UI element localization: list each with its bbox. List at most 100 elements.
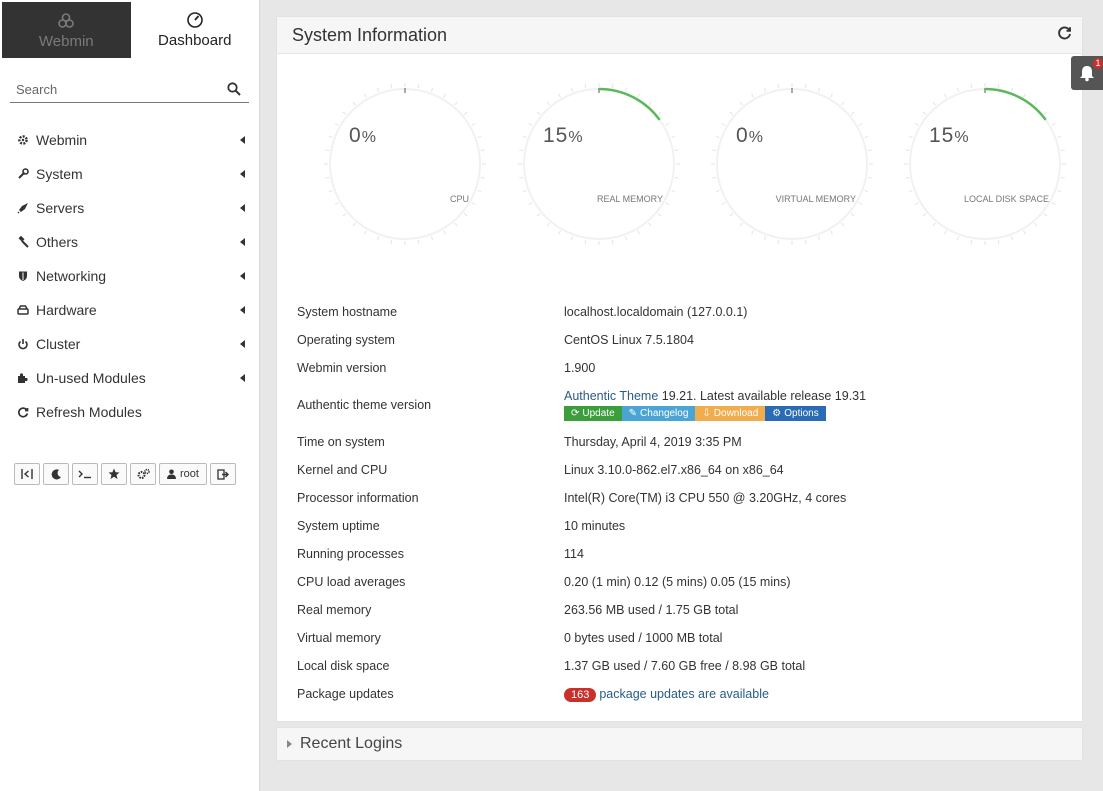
search-input[interactable] [10, 81, 216, 97]
gauge-tick [519, 176, 524, 179]
package-count-badge[interactable]: 163 [564, 687, 597, 702]
table-row: Operating system CentOS Linux 7.5.1804 [297, 326, 866, 354]
row-label: CPU load averages [297, 575, 406, 589]
gauge-tick [443, 93, 446, 98]
gauge-tick [932, 222, 936, 227]
gauge-tick [922, 111, 927, 115]
user-button[interactable]: root [159, 463, 207, 485]
tab-dashboard[interactable]: Dashboard [130, 0, 259, 58]
sidebar-item-others[interactable]: Others [0, 225, 259, 259]
theme-settings-button[interactable] [130, 463, 156, 485]
gauge-tick [712, 176, 717, 179]
gauge-tick [914, 202, 919, 205]
theme-version-text: 19.21. Latest available release 19.31 [658, 389, 867, 403]
sidebar-item-hardware[interactable]: Hardware [0, 293, 259, 327]
theme-buttons: ⟳ Update ✎ Changelog ⇩ Download ⚙ Options [564, 406, 866, 421]
gauge-tick [536, 111, 541, 115]
gauge-tick [390, 84, 393, 89]
gauge-percent: 15% [543, 124, 584, 147]
gauge-tick [804, 239, 807, 244]
gauge-local-disk-space: 15% LOCAL DISK SPACE [895, 74, 1075, 254]
cogs-icon [137, 468, 150, 479]
caret-left-icon [240, 238, 245, 246]
star-icon [108, 468, 120, 479]
gauge-tick [471, 123, 476, 126]
sidebar-item-webmin[interactable]: Webmin [0, 123, 259, 157]
sidebar-item-label: Hardware [36, 302, 97, 318]
logout-button[interactable] [209, 463, 236, 485]
options-button[interactable]: ⚙ Options [765, 406, 826, 421]
gauge-tick [657, 213, 662, 217]
table-row: Package updates 163 package updates are a… [297, 680, 866, 708]
search-icon[interactable] [227, 82, 241, 96]
gauge-tick [624, 87, 628, 92]
gauge-virtual-memory: 0% VIRTUAL MEMORY [702, 74, 882, 254]
sidebar-item-servers[interactable]: Servers [0, 191, 259, 225]
gauge-tick [1051, 123, 1056, 126]
gauge-tick [905, 176, 910, 179]
terminal-button[interactable] [72, 463, 98, 485]
gauge-tick [665, 202, 670, 205]
row-value: 263.56 MB used / 1.75 GB total [564, 603, 739, 617]
sidebar-search [10, 76, 249, 103]
tab-webmin-label: Webmin [38, 32, 94, 50]
gauge-label: LOCAL DISK SPACE [963, 194, 1049, 204]
gauge-tick [334, 123, 339, 126]
gauge-tick [558, 230, 561, 235]
download-button[interactable]: ⇩ Download [695, 406, 766, 421]
night-mode-button[interactable] [43, 463, 69, 485]
gauge-tick [477, 189, 482, 193]
gauge-tick [712, 149, 717, 152]
uptime-link[interactable]: 10 minutes [564, 512, 866, 540]
gauge-tick [463, 213, 468, 217]
table-row: CPU load averages 0.20 (1 min) 0.12 (5 mi… [297, 568, 866, 596]
sidebar-item-refresh-modules[interactable]: Refresh Modules [0, 395, 259, 429]
sidebar-item-unused-modules[interactable]: Un-used Modules [0, 361, 259, 395]
gauge-tick [751, 93, 754, 98]
gauge-value-arc [598, 87, 661, 121]
gauge-tick [777, 84, 780, 89]
sidebar-item-label: Servers [36, 200, 85, 216]
update-button[interactable]: ⟳ Update [564, 406, 622, 421]
gauge-tick [342, 111, 347, 115]
gauge-tick [430, 87, 434, 92]
gauge-tick [867, 176, 872, 179]
row-label: Running processes [297, 547, 405, 561]
refresh-icon[interactable] [1057, 25, 1072, 45]
notifications-button[interactable]: 1 [1071, 56, 1103, 90]
gauge-label: REAL MEMORY [596, 194, 663, 204]
recent-logins-panel[interactable]: Recent Logins [277, 728, 1082, 760]
gauge-tick [763, 236, 767, 241]
time-link[interactable]: Thursday, April 4, 2019 3:35 PM [564, 428, 866, 456]
panel-title: System Information [292, 24, 448, 45]
gauge-tick [611, 239, 614, 244]
terminal-icon [78, 470, 91, 479]
package-updates-link[interactable]: package updates are available [599, 687, 769, 701]
gauge-tick [334, 202, 339, 205]
gauge-tick [721, 202, 726, 205]
sidebar-tabs: Webmin Dashboard [0, 0, 259, 58]
row-label: Processor information [297, 491, 419, 505]
authentic-theme-link[interactable]: Authentic Theme [564, 389, 658, 403]
hostname-link[interactable]: localhost.localdomain (127.0.0.1) [564, 298, 866, 326]
collapse-sidebar-button[interactable] [14, 463, 40, 485]
gauge-tick [721, 123, 726, 126]
favorites-button[interactable] [101, 463, 127, 485]
gauge-tick [624, 236, 628, 241]
gauge-tick [858, 202, 863, 205]
sidebar-item-cluster[interactable]: Cluster [0, 327, 259, 361]
gauge-tick [648, 101, 652, 106]
tab-webmin[interactable]: Webmin [2, 2, 131, 58]
sidebar-item-system[interactable]: System [0, 157, 259, 191]
sidebar-item-networking[interactable]: Networking [0, 259, 259, 293]
gauge-label: VIRTUAL MEMORY [775, 194, 856, 204]
sign-out-icon [217, 468, 229, 480]
processes-link[interactable]: 114 [564, 540, 866, 568]
sidebar-item-label: Networking [36, 268, 107, 284]
gauge-tick [841, 222, 845, 227]
system-information-panel: System Information 0% CPU 15% REAL MEMOR… [277, 17, 1082, 721]
changelog-button[interactable]: ✎ Changelog [621, 406, 696, 421]
sidebar: Webmin Dashboard Webmin System Servers [0, 0, 260, 791]
table-row: Local disk space 1.37 GB used / 7.60 GB f… [297, 652, 866, 680]
shield-icon [16, 269, 30, 283]
